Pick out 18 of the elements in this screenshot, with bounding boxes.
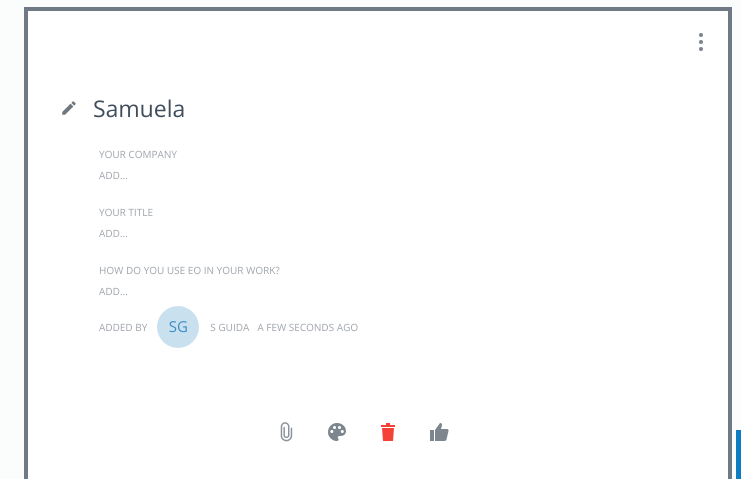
add-field[interactable]: ADD... bbox=[99, 168, 128, 182]
more-menu-icon[interactable] bbox=[699, 33, 703, 51]
add-field[interactable]: ADD... bbox=[99, 226, 128, 240]
field-label: HOW DO YOU USE EO IN YOUR WORK? bbox=[99, 262, 281, 279]
field-label: YOUR COMPANY bbox=[99, 146, 178, 163]
add-field[interactable]: ADD... bbox=[99, 284, 128, 298]
background-panel bbox=[736, 430, 741, 479]
author-name: S GUIDA bbox=[210, 320, 250, 334]
palette-icon bbox=[326, 422, 346, 442]
added-by-label: ADDED BY bbox=[99, 320, 148, 334]
pencil-icon[interactable] bbox=[60, 99, 78, 117]
field-label: YOUR TITLE bbox=[99, 204, 154, 221]
like-button[interactable] bbox=[428, 421, 450, 443]
thumbs-up-icon bbox=[428, 422, 448, 442]
avatar: SG bbox=[157, 306, 200, 348]
timestamp: A FEW SECONDS AGO bbox=[257, 320, 358, 334]
card-title: Samuela bbox=[93, 92, 186, 124]
palette-button[interactable] bbox=[326, 421, 348, 443]
